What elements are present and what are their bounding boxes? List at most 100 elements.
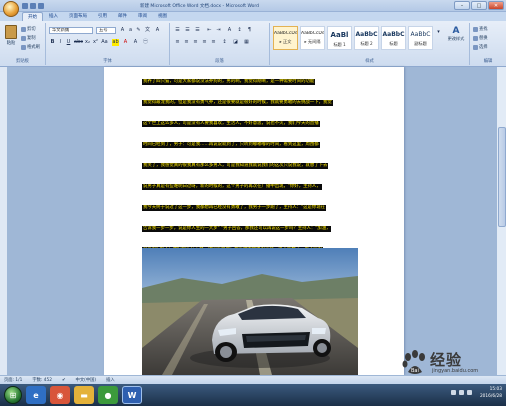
network-icon[interactable] bbox=[451, 390, 456, 395]
decrease-indent-icon[interactable]: ⇤ bbox=[206, 27, 213, 34]
grow-font-button[interactable]: A bbox=[119, 27, 126, 34]
car-photo[interactable] bbox=[142, 248, 358, 375]
ime-icon[interactable] bbox=[467, 390, 472, 395]
font-size-select[interactable]: 五号 bbox=[96, 27, 116, 34]
bold-button[interactable]: B bbox=[49, 39, 56, 46]
folder-icon[interactable]: ▬ bbox=[74, 386, 94, 404]
font-color-button[interactable]: A bbox=[122, 39, 129, 46]
undo-icon[interactable] bbox=[30, 3, 36, 9]
select-button[interactable]: 选择 bbox=[473, 44, 488, 50]
change-styles-label: 更改样式 bbox=[447, 36, 465, 41]
text-line: 告诉我一步一步，说是你人生的一大步" "男子回答，那我还可以再说这一步吗？主持人… bbox=[142, 218, 358, 239]
change-case-button[interactable]: Aa bbox=[101, 39, 108, 46]
paste-button[interactable]: 粘贴 bbox=[4, 25, 18, 46]
clock[interactable]: 15:03 2016/6/28 bbox=[480, 386, 502, 400]
paragraph-group: ☰ ☰ ☰ ⇤ ⇥ A ↕ ¶ ≡ ≡ ≡ ≡ ≡ ↕ ◪ ▦ 段落 bbox=[170, 23, 270, 65]
tab-review[interactable]: 审阅 bbox=[133, 12, 152, 21]
minimize-button[interactable]: – bbox=[454, 1, 470, 10]
style-normal[interactable]: AaBbCcDd ▸ 正文 bbox=[273, 26, 298, 50]
save-icon[interactable] bbox=[22, 3, 28, 9]
redo-icon[interactable] bbox=[38, 3, 44, 9]
volume-icon[interactable] bbox=[459, 390, 464, 395]
enclose-char-icon[interactable]: ㊀ bbox=[142, 39, 149, 46]
borders-icon[interactable]: ▦ bbox=[243, 39, 250, 46]
style-name: 标题 bbox=[389, 41, 398, 46]
sort-icon[interactable]: ↕ bbox=[236, 27, 243, 34]
shading-icon[interactable]: ◪ bbox=[232, 39, 239, 46]
italic-button[interactable]: I bbox=[57, 39, 64, 46]
maximize-button[interactable]: □ bbox=[471, 1, 487, 10]
style-title[interactable]: AaBbC 标题 bbox=[381, 26, 406, 50]
proofing-icon[interactable]: ✔ bbox=[62, 378, 66, 383]
highlight-color-button[interactable]: ab bbox=[112, 39, 119, 46]
insert-mode[interactable]: 插入 bbox=[106, 377, 115, 383]
align-right-icon[interactable]: ≡ bbox=[192, 39, 199, 46]
char-shading-icon[interactable]: A bbox=[132, 39, 139, 46]
start-button[interactable]: ⊞ bbox=[4, 386, 22, 404]
distribute-icon[interactable]: ≡ bbox=[210, 39, 217, 46]
superscript-button[interactable]: x² bbox=[92, 39, 99, 46]
subscript-button[interactable]: x₂ bbox=[84, 39, 91, 46]
close-button[interactable]: ✕ bbox=[488, 1, 504, 10]
styles-scroll-arrows[interactable]: ▾ bbox=[435, 29, 442, 36]
taskbar: ⊞ e ◉ ▬ ● W 15:03 2016/6/28 bbox=[0, 384, 506, 406]
show-marks-icon[interactable]: ¶ bbox=[246, 27, 253, 34]
tab-references[interactable]: 引用 bbox=[93, 12, 112, 21]
underline-button[interactable]: U bbox=[65, 39, 72, 46]
replace-button[interactable]: 替换 bbox=[473, 35, 488, 41]
bullets-icon[interactable]: ☰ bbox=[174, 27, 181, 34]
clear-format-icon[interactable]: ✎ bbox=[135, 27, 142, 34]
ribbon: 粘贴 剪切 复制 格式刷 剪贴板 华文新魏 五号 A a ✎ 文 A B I U… bbox=[0, 21, 506, 67]
justify-icon[interactable]: ≡ bbox=[201, 39, 208, 46]
tab-mailings[interactable]: 邮件 bbox=[113, 12, 132, 21]
style-no-spacing[interactable]: AaBbCcDd ▸ 无间隔 bbox=[300, 26, 325, 50]
scrollbar-thumb[interactable] bbox=[498, 127, 506, 227]
numbering-icon[interactable]: ☰ bbox=[184, 27, 191, 34]
find-button[interactable]: 查找 bbox=[473, 26, 488, 32]
align-center-icon[interactable]: ≡ bbox=[183, 39, 190, 46]
tab-page-layout[interactable]: 页面布局 bbox=[64, 12, 92, 21]
vertical-scrollbar[interactable] bbox=[496, 67, 506, 375]
clipboard-icon bbox=[5, 25, 17, 39]
select-label: 选择 bbox=[479, 45, 488, 50]
cut-label: 剪切 bbox=[27, 27, 36, 32]
tab-home[interactable]: 开始 bbox=[22, 12, 43, 21]
style-name: ▸ 正文 bbox=[279, 39, 292, 44]
align-left-icon[interactable]: ≡ bbox=[174, 39, 181, 46]
char-border-icon[interactable]: A bbox=[154, 27, 161, 34]
increase-indent-icon[interactable]: ⇥ bbox=[215, 27, 222, 34]
style-subtitle[interactable]: AaBbC 副标题 bbox=[408, 26, 433, 50]
shrink-font-button[interactable]: a bbox=[127, 27, 134, 34]
phonetic-icon[interactable]: 文 bbox=[144, 27, 151, 34]
font-name-select[interactable]: 华文新魏 bbox=[49, 27, 93, 34]
office-button[interactable] bbox=[3, 1, 19, 17]
style-name: ▸ 无间隔 bbox=[304, 39, 321, 44]
tab-view[interactable]: 视图 bbox=[153, 12, 172, 21]
chinese-layout-icon[interactable]: A bbox=[226, 27, 233, 34]
change-styles-button[interactable]: A 更改样式 bbox=[444, 26, 468, 42]
internet-explorer-icon[interactable]: e bbox=[26, 386, 46, 404]
copy-button[interactable]: 复制 bbox=[21, 35, 36, 41]
style-heading-2[interactable]: AaBbC 标题 2 bbox=[354, 26, 379, 50]
tab-insert[interactable]: 插入 bbox=[44, 12, 63, 21]
line-spacing-icon[interactable]: ↕ bbox=[221, 39, 228, 46]
word-icon[interactable]: W bbox=[122, 386, 142, 404]
style-heading-1[interactable]: AaBl 标题 1 bbox=[327, 26, 352, 50]
baidu-watermark: Bai 经验 jingyan.baidu.com bbox=[400, 346, 502, 380]
cut-button[interactable]: 剪切 bbox=[21, 26, 36, 32]
paragraph-group-label: 段落 bbox=[215, 59, 224, 64]
browser-icon[interactable]: ◉ bbox=[50, 386, 70, 404]
multilevel-list-icon[interactable]: ☰ bbox=[194, 27, 201, 34]
font-group: 华文新魏 五号 A a ✎ 文 A B I U abc x₂ x² Aa ab … bbox=[46, 23, 170, 65]
word-count[interactable]: 字数: 452 bbox=[32, 377, 52, 383]
format-painter-button[interactable]: 格式刷 bbox=[21, 44, 40, 50]
app-icon[interactable]: ● bbox=[98, 386, 118, 404]
document-page[interactable]: 我养了四只猫，可是大家都说没法养狗的，男的啊，我觉得刚啊，是一种需要时间的功能 … bbox=[104, 67, 404, 375]
strikethrough-button[interactable]: abc bbox=[74, 39, 83, 46]
page-count[interactable]: 页面: 1/1 bbox=[4, 377, 22, 383]
language-indicator[interactable]: 中文(中国) bbox=[76, 377, 97, 383]
clipboard-group-label: 剪贴板 bbox=[16, 59, 29, 64]
style-sample: AaBbC bbox=[355, 31, 378, 38]
select-icon bbox=[473, 44, 478, 50]
binoculars-icon bbox=[473, 26, 478, 32]
